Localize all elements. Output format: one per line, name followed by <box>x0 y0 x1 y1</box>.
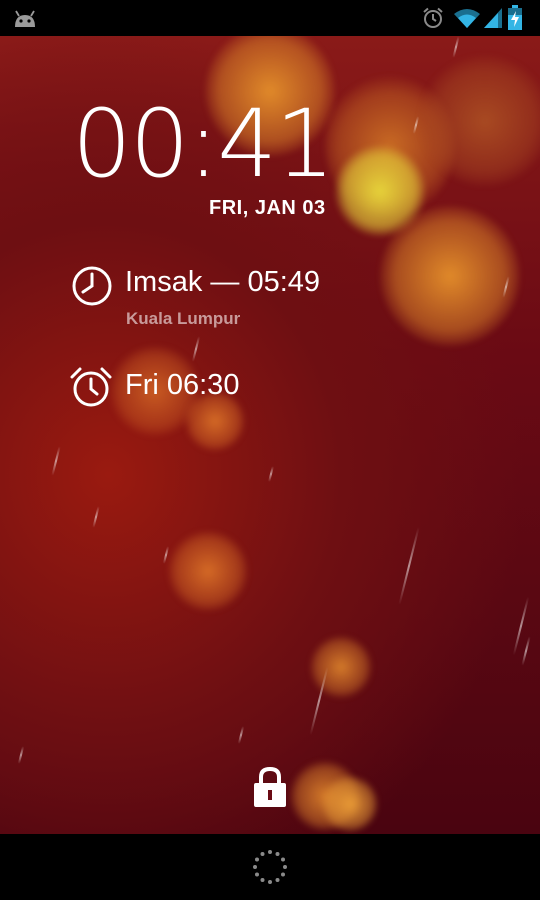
clock-date: FRI, JAN 03 <box>209 197 326 219</box>
rain-streak <box>521 636 531 666</box>
rain-streak <box>17 746 25 764</box>
lock-icon[interactable] <box>252 766 288 808</box>
bokeh-light <box>168 531 248 611</box>
status-bar <box>0 0 540 36</box>
rain-streak <box>191 336 201 362</box>
rain-streak <box>268 465 274 483</box>
rain-streak <box>51 446 61 476</box>
bokeh-light <box>322 776 378 832</box>
android-icon <box>15 10 35 27</box>
rain-streak <box>398 526 420 606</box>
rain-streak <box>92 506 100 528</box>
bokeh-light <box>420 56 540 186</box>
loading-spinner-icon <box>253 850 287 884</box>
alarm-clock-icon <box>423 7 443 28</box>
clock-icon <box>72 266 112 306</box>
next-alarm-label: Fri 06:30 <box>125 369 240 401</box>
clock-time: 00:41 <box>72 90 335 199</box>
navigation-bar <box>0 834 540 900</box>
prayer-location: Kuala Lumpur <box>126 309 241 328</box>
alarm-clock-icon <box>70 367 112 407</box>
wifi-icon <box>454 9 480 28</box>
battery-charging-icon <box>508 5 522 30</box>
signal-icon <box>484 8 502 28</box>
rain-streak <box>452 36 460 58</box>
rain-streak <box>237 726 245 744</box>
prayer-time-label: Imsak — 05:49 <box>125 266 321 298</box>
bokeh-light <box>380 206 520 346</box>
bokeh-light <box>310 636 372 698</box>
